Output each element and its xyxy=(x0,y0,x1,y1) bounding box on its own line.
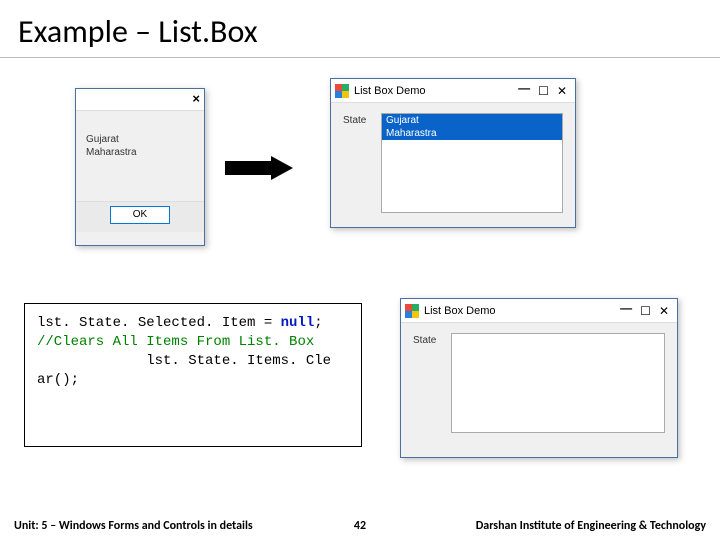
window-titlebar: List Box Demo — ☐ ✕ xyxy=(331,79,575,103)
state-listbox[interactable]: Gujarat Maharastra xyxy=(381,113,563,213)
window-body: State xyxy=(401,323,677,443)
state-label: State xyxy=(413,333,443,433)
list-item[interactable]: Maharastra xyxy=(382,127,562,140)
app-icon xyxy=(405,304,419,318)
minimize-icon[interactable]: — xyxy=(518,81,530,95)
state-listbox[interactable] xyxy=(451,333,665,433)
arrow-icon xyxy=(225,156,295,180)
slide-footer: Unit: 5 – Windows Forms and Controls in … xyxy=(0,512,720,540)
slide-content: × Gujarat Maharastra OK List Box Demo — … xyxy=(0,58,720,498)
footer-page-number: 42 xyxy=(330,519,390,533)
messagebox-footer: OK xyxy=(76,201,204,232)
ok-button[interactable]: OK xyxy=(110,206,170,224)
listbox-demo-window: List Box Demo — ☐ ✕ State Gujarat Mahara… xyxy=(330,78,576,228)
code-snippet: lst. State. Selected. Item = null; //Cle… xyxy=(24,303,362,447)
window-title: List Box Demo xyxy=(354,85,518,97)
window-body: State Gujarat Maharastra xyxy=(331,103,575,223)
state-label: State xyxy=(343,113,373,213)
close-icon[interactable]: ✕ xyxy=(659,304,669,318)
code-keyword: null xyxy=(281,315,315,331)
code-text: lst. State. Items. Cle xyxy=(37,353,331,369)
close-icon[interactable]: ✕ xyxy=(557,84,567,98)
messagebox-body: Gujarat Maharastra xyxy=(76,111,204,201)
window-titlebar: List Box Demo — ☐ ✕ xyxy=(401,299,677,323)
footer-unit: Unit: 5 – Windows Forms and Controls in … xyxy=(14,519,330,533)
code-text: ar(); xyxy=(37,372,79,388)
close-icon[interactable]: × xyxy=(192,91,200,106)
minimize-icon[interactable]: — xyxy=(620,301,632,315)
app-icon xyxy=(335,84,349,98)
messagebox-text-line: Gujarat xyxy=(86,133,194,146)
messagebox-titlebar: × xyxy=(76,89,204,111)
messagebox-text-line: Maharastra xyxy=(86,146,194,159)
code-comment: //Clears All Items From List. Box xyxy=(37,334,314,350)
footer-institute: Darshan Institute of Engineering & Techn… xyxy=(390,519,706,533)
listbox-demo-window-empty: List Box Demo — ☐ ✕ State xyxy=(400,298,678,458)
maximize-icon[interactable]: ☐ xyxy=(640,304,651,318)
slide-title: Example – List.Box xyxy=(0,0,720,58)
code-text: ; xyxy=(314,315,322,331)
list-item[interactable]: Gujarat xyxy=(382,114,562,127)
code-text: lst. State. Selected. Item = xyxy=(37,315,281,331)
messagebox-window: × Gujarat Maharastra OK xyxy=(75,88,205,246)
maximize-icon[interactable]: ☐ xyxy=(538,84,549,98)
window-title: List Box Demo xyxy=(424,305,620,317)
